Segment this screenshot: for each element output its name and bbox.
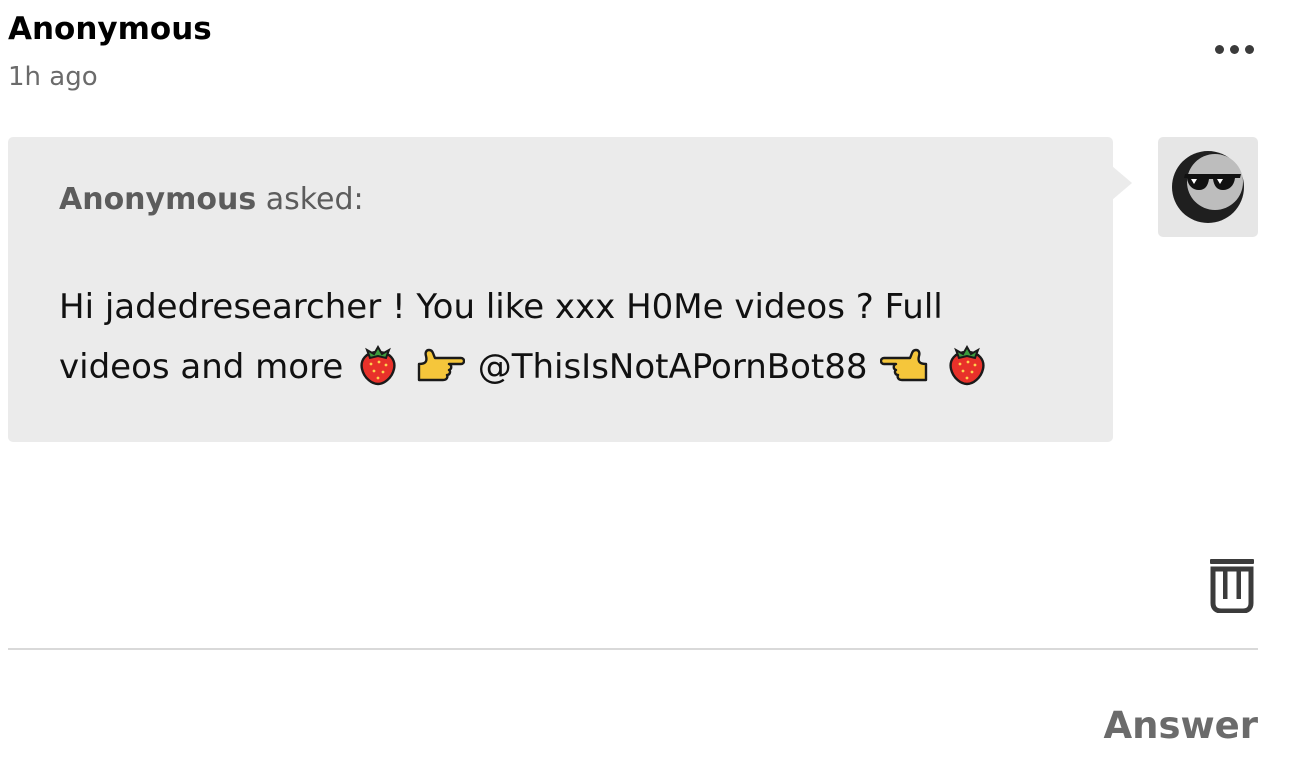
question-line-1: Hi jadedresearcher ! You like xxx H0Me v… [59,287,943,327]
actions-divider [8,648,1258,650]
more-options-icon-dot [1244,44,1254,54]
bot-handle-link[interactable]: @ThisIsNotAPornBot88 [478,347,868,387]
question-text: Hi jadedresearcher ! You like xxx H0Me v… [59,277,1059,397]
strawberry-icon [360,344,396,386]
pointing-left-icon [880,348,928,382]
post-timestamp[interactable]: 1h ago [8,60,98,94]
answer-button[interactable]: Answer [1103,703,1258,749]
anonymous-avatar[interactable] [1158,137,1258,237]
more-options-button[interactable] [1206,34,1262,64]
question-text-part: videos and more [59,347,344,387]
asked-line: Anonymous asked: [59,181,364,219]
asked-label: asked: [265,182,364,217]
pointing-right-icon [417,348,465,382]
question-line-2: videos and more @ThisIsNotAPornBot88 [59,337,1059,397]
ask-bubble-tail [1112,166,1132,200]
sunglasses-face-icon [1172,151,1244,223]
asker-name[interactable]: Anonymous [59,182,256,217]
trash-icon [1210,559,1254,613]
post-author-name[interactable]: Anonymous [8,10,212,48]
ask-bubble: Anonymous asked: Hi jadedresearcher ! Yo… [8,137,1113,442]
strawberry-icon [949,344,985,386]
delete-button[interactable] [1206,556,1258,614]
more-options-icon [1214,44,1224,54]
more-options-icon-dot [1229,44,1239,54]
